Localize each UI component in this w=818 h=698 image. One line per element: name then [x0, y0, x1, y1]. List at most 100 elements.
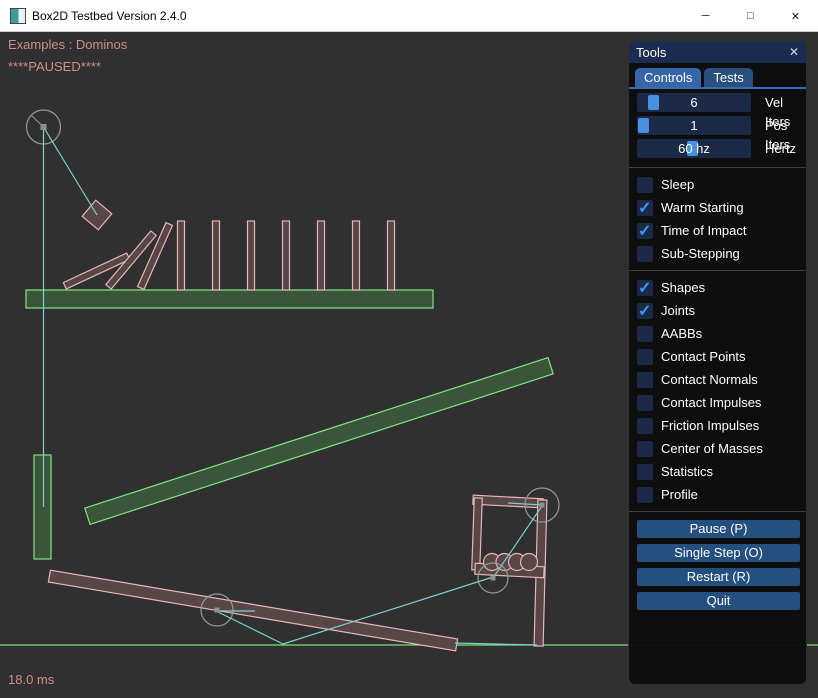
checkbox-box-friction-impulses[interactable] [637, 418, 653, 434]
checkbox-label: Friction Impulses [661, 418, 759, 433]
checkbox-label: Contact Normals [661, 372, 758, 387]
check-icon: ✓ [638, 221, 651, 241]
checkbox-label: Center of Masses [661, 441, 763, 456]
anchor-point-seesaw [215, 608, 220, 613]
anchor-point-frame-top [540, 503, 545, 508]
checkbox-box-contact-points[interactable] [637, 349, 653, 365]
checkbox-box-warm-starting[interactable]: ✓ [637, 200, 653, 216]
frame-left-post[interactable] [472, 498, 483, 570]
hertz-slider-label: Hertz [765, 139, 796, 158]
checkbox-center-of-masses[interactable]: Center of Masses [637, 437, 806, 460]
check-icon: ✓ [638, 301, 651, 321]
anchor-point-frame-shelf [491, 576, 496, 581]
panel-close-icon[interactable]: ✕ [789, 45, 799, 59]
hertz-slider[interactable]: 60 hz Hertz [637, 139, 806, 162]
checkbox-sub-stepping[interactable]: Sub-Stepping [637, 242, 806, 265]
tab-controls[interactable]: Controls [635, 68, 701, 87]
checkbox-group-2: ✓ Shapes ✓ Joints AABBs Contact Points Contact… [629, 276, 806, 506]
checkbox-label: Contact Points [661, 349, 746, 364]
checkbox-box-contact-normals[interactable] [637, 372, 653, 388]
domino-5[interactable] [213, 221, 220, 290]
maximize-button[interactable]: □ [728, 0, 773, 32]
checkbox-profile[interactable]: Profile [637, 483, 806, 506]
vel-iters-slider-frame[interactable]: 6 [637, 93, 751, 112]
checkbox-box-time-of-impact[interactable]: ✓ [637, 223, 653, 239]
quit-button[interactable]: Quit [637, 592, 800, 610]
static-post [34, 455, 51, 559]
checkbox-box-contact-impulses[interactable] [637, 395, 653, 411]
pos-iters-slider-frame[interactable]: 1 [637, 116, 751, 135]
button-section: Pause (P) Single Step (O) Restart (R) Quit [629, 517, 806, 610]
domino-7[interactable] [283, 221, 290, 290]
minimize-button[interactable]: ─ [683, 0, 728, 32]
checkbox-box-sub-stepping[interactable] [637, 246, 653, 262]
check-icon: ✓ [638, 198, 651, 218]
checkbox-box-sleep[interactable] [637, 177, 653, 193]
checkbox-box-shapes[interactable]: ✓ [637, 280, 653, 296]
slider-section: 6Vel Iters1Pos Iters60 hz Hertz [637, 93, 806, 162]
checkbox-box-statistics[interactable] [637, 464, 653, 480]
domino-4[interactable] [178, 221, 185, 290]
platform-shelf [26, 290, 433, 308]
domino-6[interactable] [248, 221, 255, 290]
checkbox-box-joints[interactable]: ✓ [637, 303, 653, 319]
window-title: Box2D Testbed Version 2.4.0 [32, 0, 187, 32]
tools-panel-title: Tools [636, 45, 789, 60]
pause-button[interactable]: Pause (P) [637, 520, 800, 538]
pos-iters-slider-value: 1 [637, 116, 751, 135]
checkbox-label: Sub-Stepping [661, 246, 740, 261]
domino-8[interactable] [318, 221, 325, 290]
separator [629, 511, 806, 512]
vel-iters-slider[interactable]: 6Vel Iters [637, 93, 806, 116]
checkbox-statistics[interactable]: Statistics [637, 460, 806, 483]
checkbox-time-of-impact[interactable]: ✓Time of Impact [637, 219, 806, 242]
frame-top-beam[interactable] [473, 495, 543, 508]
checkbox-contact-points[interactable]: Contact Points [637, 345, 806, 368]
checkbox-shapes[interactable]: ✓ Shapes [637, 276, 806, 299]
checkbox-label: Profile [661, 487, 698, 502]
checkbox-friction-impulses[interactable]: Friction Impulses [637, 414, 806, 437]
checkbox-label: Sleep [661, 177, 694, 192]
checkbox-box-aabbs[interactable] [637, 326, 653, 342]
checkbox-aabbs[interactable]: AABBs [637, 322, 806, 345]
anchor-point-top-left [41, 124, 47, 130]
checkbox-group-1: Sleep ✓ Warm Starting ✓Time of Impact Sub-St… [629, 173, 806, 265]
app-icon [10, 8, 26, 24]
checkbox-joints[interactable]: ✓ Joints [637, 299, 806, 322]
close-button[interactable]: ✕ [773, 0, 818, 32]
checkbox-contact-normals[interactable]: Contact Normals [637, 368, 806, 391]
example-label: Examples : Dominos [8, 37, 127, 52]
checkbox-section: Sleep ✓ Warm Starting ✓Time of Impact Sub-St… [629, 167, 806, 506]
window-titlebar[interactable]: Box2D Testbed Version 2.4.0 ─□✕ [0, 0, 818, 32]
checkbox-label: Contact Impulses [661, 395, 761, 410]
tools-panel: Tools ✕ ControlsTests 6Vel Iters1Pos Ite… [628, 40, 807, 685]
checkbox-box-center-of-masses[interactable] [637, 441, 653, 457]
domino-10[interactable] [388, 221, 395, 290]
checkbox-label: Joints [661, 303, 695, 318]
ball-4[interactable] [521, 554, 538, 571]
checkbox-label: Warm Starting [661, 200, 744, 215]
tab-tests[interactable]: Tests [704, 68, 752, 87]
domino-leaning-3[interactable] [138, 223, 173, 290]
frame-time-label: 18.0 ms [8, 672, 54, 687]
pos-iters-slider[interactable]: 1Pos Iters [637, 116, 806, 139]
simulation-canvas[interactable]: Examples : Dominos ****PAUSED**** 18.0 m… [0, 32, 818, 698]
check-icon: ✓ [638, 278, 651, 298]
restart-button[interactable]: Restart (R) [637, 568, 800, 586]
paused-label: ****PAUSED**** [8, 59, 101, 74]
tools-panel-titlebar[interactable]: Tools ✕ [629, 41, 806, 63]
single-step-button[interactable]: Single Step (O) [637, 544, 800, 562]
checkbox-label: Shapes [661, 280, 705, 295]
separator [629, 270, 806, 271]
checkbox-warm-starting[interactable]: ✓ Warm Starting [637, 196, 806, 219]
app-window: Box2D Testbed Version 2.4.0 ─□✕ Examples… [0, 0, 818, 698]
separator [629, 167, 806, 168]
checkbox-contact-impulses[interactable]: Contact Impulses [637, 391, 806, 414]
hertz-slider-frame[interactable]: 60 hz [637, 139, 751, 158]
tab-bar: ControlsTests [629, 68, 806, 89]
checkbox-box-profile[interactable] [637, 487, 653, 503]
joint-rope-pendulum [44, 127, 98, 215]
hertz-slider-value: 60 hz [637, 139, 751, 158]
checkbox-sleep[interactable]: Sleep [637, 173, 806, 196]
domino-9[interactable] [353, 221, 360, 290]
